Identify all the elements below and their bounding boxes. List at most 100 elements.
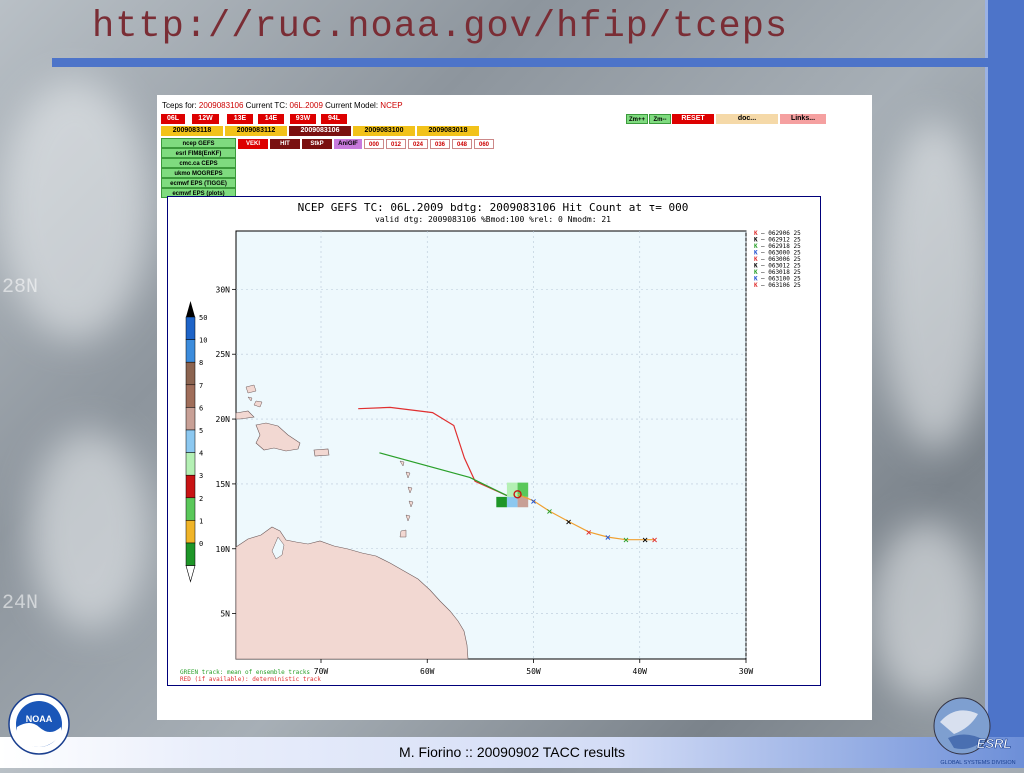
bg-lat-label: 28N: [2, 276, 39, 299]
x-tick-label: 30W: [739, 667, 754, 676]
dtg-button[interactable]: 2009083118: [161, 126, 223, 136]
legend: K – 062906 25K – 062912 25K – 062918 25K – 0…: [754, 230, 801, 289]
tau-button-024[interactable]: 024: [408, 139, 428, 149]
colorbar-segment: [185, 474, 196, 499]
noaa-logo-text: NOAA: [26, 714, 53, 724]
colorbar-label: 8: [199, 359, 203, 367]
colorbar-segment: [185, 429, 196, 453]
colorbar-segment: [185, 316, 196, 340]
cloud-texture: [0, 80, 150, 340]
esrl-logo-icon: ESRL GLOBAL SYSTEMS DIVISION: [933, 697, 1016, 766]
colorbar-segment: [185, 520, 196, 544]
track-mark: ×: [651, 536, 658, 545]
track-mark: ×: [642, 536, 649, 545]
track-note: GREEN track: mean of ensemble tracks: [180, 669, 310, 676]
model-button-ncep-gefs[interactable]: ncep GEFS: [161, 138, 236, 148]
header-prefix: Tceps for:: [162, 101, 197, 110]
cloud-texture: [880, 120, 990, 450]
track-note: RED (if available): deterministic track: [180, 676, 321, 683]
product-button-veki[interactable]: VEKI: [238, 139, 268, 149]
storm-button-93w[interactable]: 93W: [290, 114, 316, 124]
track-mark: ×: [565, 518, 572, 527]
x-tick-label: 40W: [633, 667, 648, 676]
colorbar-segment: [185, 542, 196, 566]
colorbar-label: 2: [199, 495, 203, 503]
chart-svg: NCEP GEFS TC: 06L.2009 bdtg: 2009083106 …: [180, 201, 801, 683]
storm-button-13e[interactable]: 13E: [227, 114, 253, 124]
esrl-logo-subtext: GLOBAL SYSTEMS DIVISION: [940, 760, 1015, 766]
esrl-logo: ESRL GLOBAL SYSTEMS DIVISION: [926, 694, 1024, 768]
y-tick-label: 20N: [216, 415, 231, 424]
zoom-out-button[interactable]: Zm--: [649, 114, 671, 124]
colorbar-top-arrow: [186, 301, 195, 317]
colorbar-label: 7: [199, 382, 203, 390]
header-model: NCEP: [380, 101, 403, 110]
slide-title: http://ruc.noaa.gov/hfip/tceps: [92, 6, 789, 48]
colorbar-label: 3: [199, 472, 203, 480]
storm-button-12w[interactable]: 12W: [192, 114, 219, 124]
tau-button-000[interactable]: 000: [364, 139, 384, 149]
dtg-button[interactable]: 2009083018: [417, 126, 479, 136]
colorbar-label: 0: [199, 540, 203, 548]
product-button-stkp[interactable]: StkP: [302, 139, 332, 149]
doc-button[interactable]: doc...: [716, 114, 778, 124]
hit-cell: [496, 496, 507, 508]
reset-button[interactable]: RESET: [672, 114, 714, 124]
y-tick-label: 10N: [216, 545, 231, 554]
links-button[interactable]: Links...: [780, 114, 826, 124]
hit-cell: [506, 482, 518, 497]
track-notes: GREEN track: mean of ensemble tracksRED …: [180, 669, 321, 683]
cloud-texture: [870, 520, 980, 700]
track-mark: ×: [623, 536, 630, 545]
model-button-esrl-fim8[interactable]: esrl FIM8(EnKF): [161, 148, 236, 158]
zoom-in-button[interactable]: Zm++: [626, 114, 648, 124]
header-tc-label: Current TC:: [245, 101, 288, 110]
model-button-ukmo-mogreps[interactable]: ukmo MOGREPS: [161, 168, 236, 178]
colorbar-label: 50: [199, 314, 207, 322]
header-model-label: Current Model:: [325, 101, 379, 110]
header-dtg: 2009083106: [198, 101, 244, 110]
colorbar-label: 5: [199, 427, 203, 435]
footer-credit: M. Fiorino :: 20090902 TACC results: [399, 744, 625, 760]
header-tc: 06L.2009: [289, 101, 323, 110]
tceps-header: Tceps for: 2009083106 Current TC: 06L.20…: [162, 101, 403, 110]
esrl-logo-text: ESRL: [977, 736, 1012, 751]
product-button-hit[interactable]: HIT: [270, 139, 300, 149]
slide-right-bar: [988, 0, 1024, 768]
y-tick-label: 25N: [216, 350, 231, 359]
track-mark: ×: [546, 507, 553, 516]
colorbar-segment: [185, 407, 196, 431]
product-button-anigif[interactable]: AniGIF: [334, 139, 362, 149]
legend-entry: – 063106 25: [761, 282, 801, 289]
colorbar: 5010876543210: [185, 301, 207, 583]
track-mark: ×: [530, 497, 537, 506]
tau-button-036[interactable]: 036: [430, 139, 450, 149]
storm-button-94l[interactable]: 94L: [321, 114, 347, 124]
cloud-texture: [30, 430, 150, 630]
land-puerto-rico: [313, 448, 330, 457]
tau-button-060[interactable]: 060: [474, 139, 494, 149]
track-mark: ×: [585, 528, 592, 537]
y-tick-label: 5N: [220, 610, 230, 619]
x-tick-label: 50W: [526, 667, 541, 676]
tau-button-048[interactable]: 048: [452, 139, 472, 149]
chart-title: NCEP GEFS TC: 06L.2009 bdtg: 2009083106 …: [298, 201, 689, 214]
colorbar-label: 6: [199, 404, 203, 412]
chart-subtitle: valid dtg: 2009083106 %Bmod:100 %rel: 0 …: [375, 215, 611, 224]
y-tick-label: 30N: [216, 285, 231, 294]
colorbar-label: 10: [199, 337, 207, 345]
dtg-button-selected[interactable]: 2009083106: [289, 126, 351, 136]
hit-cell: [506, 496, 518, 508]
colorbar-segment: [185, 361, 196, 386]
colorbar-segment: [185, 497, 196, 521]
colorbar-segment: [185, 339, 196, 363]
tau-button-012[interactable]: 012: [386, 139, 406, 149]
model-button-cmc-ceps[interactable]: cmc.ca CEPS: [161, 158, 236, 168]
dtg-button[interactable]: 2009083112: [225, 126, 287, 136]
noaa-logo-icon: NOAA: [8, 693, 70, 755]
model-button-ecmwf-tigge[interactable]: ecmwf EPS (TIGGE): [161, 178, 236, 188]
dtg-button[interactable]: 2009083100: [353, 126, 415, 136]
storm-button-14e[interactable]: 14E: [258, 114, 284, 124]
storm-button-06l[interactable]: 06L: [161, 114, 185, 124]
track-mark: ×: [605, 533, 612, 542]
